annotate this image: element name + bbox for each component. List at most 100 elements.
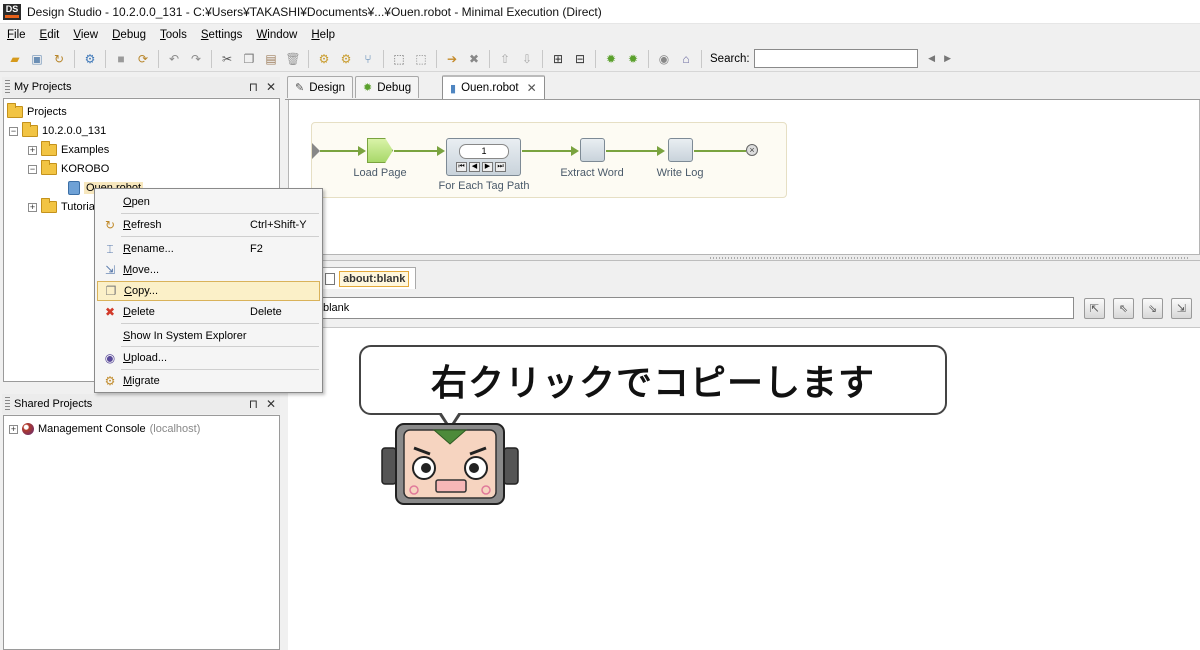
pin-icon[interactable]: ⊓: [249, 397, 258, 411]
debug-bug-icon[interactable]: ✹: [601, 49, 621, 69]
menu-settings-label: ettings: [208, 29, 243, 41]
open-folder-icon[interactable]: ▰: [5, 49, 25, 69]
group-icon[interactable]: ⬚: [389, 49, 409, 69]
nav-down-right-icon[interactable]: ⇲: [1171, 298, 1192, 319]
trash-icon[interactable]: 🗑: [283, 49, 303, 69]
robot-design-canvas[interactable]: Load Page 1 ⏮ ◀ ▶ ⏭ For Each Tag Path Ex…: [288, 100, 1200, 255]
tree-item-korobo[interactable]: − KOROBO: [28, 160, 109, 178]
menu-item-upload[interactable]: ◉ Upload...: [97, 348, 320, 368]
debug-step-icon[interactable]: ✹: [623, 49, 643, 69]
nav-up-icon[interactable]: ⇖: [1113, 298, 1134, 319]
url-field[interactable]: blank: [318, 297, 1074, 319]
step-write-log[interactable]: [668, 138, 693, 162]
next-icon[interactable]: ▶: [482, 162, 493, 172]
stop-icon[interactable]: ■: [111, 49, 131, 69]
save-all-icon[interactable]: ▣: [27, 49, 47, 69]
close-icon[interactable]: ✕: [266, 397, 276, 411]
prev-icon[interactable]: ◀: [469, 162, 480, 172]
menu-item-migrate[interactable]: ⚙ Migrate: [97, 371, 320, 391]
toolbar-separator: [105, 49, 106, 68]
refresh-icon: ↻: [104, 218, 116, 232]
step-load-page[interactable]: [367, 138, 393, 163]
record-icon[interactable]: ◉: [654, 49, 674, 69]
close-tab-icon[interactable]: ✕: [527, 81, 537, 95]
menu-window[interactable]: Window: [249, 29, 304, 41]
search-input[interactable]: [753, 49, 918, 68]
browser-tab[interactable]: about:blank: [318, 267, 417, 289]
tree-item-project[interactable]: − 10.2.0.0_131: [9, 122, 106, 140]
move-up-icon[interactable]: ⇧: [495, 49, 515, 69]
menu-debug[interactable]: Debug: [105, 29, 153, 41]
tab-ouen-robot[interactable]: ▮ Ouen.robot ✕: [442, 75, 545, 99]
search-prev-icon[interactable]: ◀: [924, 53, 940, 64]
robot-run-icon[interactable]: ⚙: [80, 49, 100, 69]
tree-item-projects[interactable]: Projects: [7, 103, 67, 121]
insert-step-icon[interactable]: ➔: [442, 49, 462, 69]
undo-icon[interactable]: ↶: [164, 49, 184, 69]
expand-icon[interactable]: +: [28, 202, 37, 212]
tree-item-label: KOROBO: [61, 163, 110, 175]
menu-tools[interactable]: Tools: [153, 29, 194, 41]
home-icon[interactable]: ⌂: [676, 49, 696, 69]
menu-settings[interactable]: Settings: [194, 29, 250, 41]
drag-grip-icon[interactable]: [5, 80, 10, 94]
cut-icon[interactable]: ✂: [217, 49, 237, 69]
window-title: Design Studio - 10.2.0.0_131 - C:¥Users¥…: [27, 4, 602, 19]
toolbar-separator: [383, 49, 384, 68]
remove-step-icon[interactable]: ✖: [464, 49, 484, 69]
drag-grip-icon[interactable]: [5, 397, 10, 411]
search-next-icon[interactable]: ▶: [940, 53, 956, 64]
toolbar-separator: [489, 49, 490, 68]
step-icon[interactable]: ⚙: [314, 49, 334, 69]
menu-item-shortcut: Delete: [250, 306, 282, 318]
menu-item-delete[interactable]: ✖ Delete Delete: [97, 302, 320, 322]
tab-design[interactable]: ✎ Design: [287, 76, 354, 98]
menu-help[interactable]: Help: [304, 29, 342, 41]
menu-item-rename[interactable]: ⌶ Rename... F2: [97, 239, 320, 259]
move-down-icon[interactable]: ⇩: [517, 49, 537, 69]
menu-item-refresh[interactable]: ↻ Refresh Ctrl+Shift-Y: [97, 215, 320, 235]
tab-debug[interactable]: ✹ Debug: [355, 76, 420, 98]
collapse-icon[interactable]: −: [9, 126, 18, 136]
step-for-each-tag-path[interactable]: 1 ⏮ ◀ ▶ ⏭: [446, 138, 521, 176]
menu-item-show-in-system-explorer[interactable]: Show In System Explorer: [97, 326, 320, 346]
last-icon[interactable]: ⏭: [495, 162, 506, 172]
menu-item-label: pload...: [130, 352, 168, 364]
collapse-icon[interactable]: −: [28, 164, 37, 174]
reload-icon[interactable]: ⟳: [133, 49, 153, 69]
editor-tabbar: ✎ Design ✹ Debug ▮ Ouen.robot ✕: [285, 72, 1200, 100]
menu-view-mnemonic: V: [73, 29, 81, 41]
step-extract-word[interactable]: [580, 138, 605, 162]
nav-down-icon[interactable]: ⇘: [1142, 298, 1163, 319]
tree-item-examples[interactable]: + Examples: [28, 141, 109, 159]
tree-item-tutorials[interactable]: + Tutorials: [28, 198, 103, 216]
redo-icon[interactable]: ↷: [186, 49, 206, 69]
refresh-icon[interactable]: ↻: [49, 49, 69, 69]
close-icon[interactable]: ✕: [266, 80, 276, 94]
menu-item-mnemonic: C: [124, 285, 132, 297]
expand-icon[interactable]: ⊞: [548, 49, 568, 69]
menu-item-mnemonic: R: [123, 243, 131, 255]
paste-icon[interactable]: ▤: [261, 49, 281, 69]
branch-icon[interactable]: ⑂: [358, 49, 378, 69]
first-icon[interactable]: ⏮: [456, 162, 467, 172]
flow-arrow-icon: [571, 146, 579, 156]
copy-icon[interactable]: ❐: [239, 49, 259, 69]
menu-help-mnemonic: H: [311, 29, 320, 41]
menu-item-copy[interactable]: ❐ Copy...: [97, 281, 320, 301]
menu-item-label: opy...: [131, 285, 159, 297]
expand-icon[interactable]: +: [9, 424, 18, 434]
menu-file-mnemonic: F: [7, 29, 15, 41]
collapse-icon[interactable]: ⊟: [570, 49, 590, 69]
menu-item-open[interactable]: Open: [97, 192, 320, 212]
tree-item-management-console[interactable]: + Management Console (localhost): [9, 420, 200, 438]
menu-view[interactable]: View: [66, 29, 105, 41]
step-branch-icon[interactable]: ⚙: [336, 49, 356, 69]
nav-up-left-icon[interactable]: ⇱: [1084, 298, 1105, 319]
ungroup-icon[interactable]: ⬚: [411, 49, 431, 69]
pin-icon[interactable]: ⊓: [249, 80, 258, 94]
menu-file[interactable]: File: [0, 29, 33, 41]
expand-icon[interactable]: +: [28, 145, 37, 155]
menu-edit[interactable]: Edit: [33, 29, 67, 41]
menu-item-move[interactable]: ⇲ Move...: [97, 260, 320, 280]
